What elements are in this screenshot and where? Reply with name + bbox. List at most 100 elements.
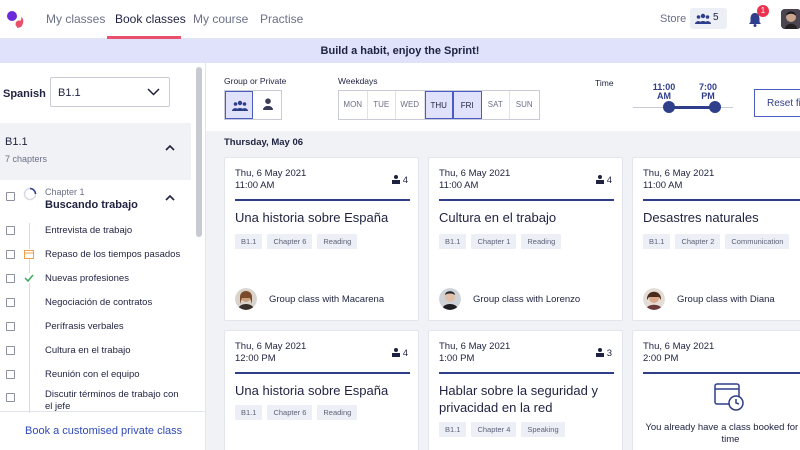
level-card-title: B1.1 [5, 136, 28, 148]
class-tags: B1.1 Chapter 6 Reading [235, 234, 358, 249]
class-time: 2:00 PM [643, 353, 679, 364]
weekdays-label: Weekdays [338, 76, 378, 86]
tag-skill: Reading [317, 405, 358, 420]
lesson-label: Nuevas profesiones [45, 273, 129, 284]
tag-skill: Communication [725, 234, 790, 249]
lesson-checkbox[interactable] [6, 250, 15, 259]
tag-level: B1.1 [439, 422, 467, 437]
lesson-checkbox[interactable] [6, 322, 15, 331]
lesson-item[interactable]: Repaso de los tiempos pasados [0, 245, 191, 269]
weekday-thu[interactable]: THU [424, 91, 453, 119]
group-classes-counter[interactable]: 5 [690, 8, 727, 29]
lesson-checkbox[interactable] [6, 393, 15, 402]
weekday-wed[interactable]: WED [396, 91, 425, 119]
tag-skill: Reading [521, 234, 562, 249]
time-from-ampm: AM [657, 91, 671, 101]
class-datetime: Thu, 6 May 2021 11:00 AM [643, 168, 714, 192]
class-time: 11:00 AM [439, 180, 479, 191]
seats-count: 3 [606, 348, 612, 359]
lesson-checkbox[interactable] [6, 370, 15, 379]
class-card[interactable]: Thu, 6 May 2021 11:00 AM 4 Cultura en el… [428, 157, 623, 321]
lesson-checkbox[interactable] [6, 226, 15, 235]
seats-available: 4 [595, 175, 612, 186]
class-title: Una historia sobre España [235, 383, 389, 398]
tag-level: B1.1 [235, 234, 263, 249]
group-class-button[interactable] [225, 91, 253, 119]
chapter-header[interactable]: Chapter 1 Buscando trabajo [0, 180, 191, 220]
lesson-item[interactable]: Negociación de contratos [0, 293, 191, 317]
tab-my-course[interactable]: My course [193, 12, 248, 26]
tag-chapter: Chapter 1 [471, 234, 517, 249]
logo-icon[interactable] [6, 9, 26, 31]
seat-icon [391, 348, 400, 357]
lesson-checkbox[interactable] [6, 298, 15, 307]
card-divider [643, 199, 800, 201]
language-label: Spanish [3, 88, 46, 100]
class-type-toggle [224, 90, 282, 120]
class-card[interactable]: Thu, 6 May 2021 11:00 AM 4 Una historia … [224, 157, 419, 321]
weekday-fri[interactable]: FRI [453, 91, 482, 119]
class-datetime: Thu, 6 May 2021 12:00 PM [235, 341, 306, 365]
chevron-down-icon [147, 88, 160, 96]
class-date: Thu, 6 May 2021 [643, 168, 715, 179]
lesson-checkbox[interactable] [6, 274, 15, 283]
store-link[interactable]: Store [660, 13, 686, 25]
private-class-button[interactable] [254, 91, 282, 119]
teacher-avatar [439, 288, 461, 310]
chevron-up-icon [165, 194, 175, 201]
level-card-subtitle: 7 chapters [5, 154, 48, 164]
class-title: Desastres naturales [643, 210, 759, 225]
class-datetime: Thu, 6 May 2021 2:00 PM [643, 341, 714, 365]
class-tags: B1.1 Chapter 4 Speaking [439, 422, 565, 437]
class-date: Thu, 6 May 2021 [439, 341, 511, 352]
lesson-item[interactable]: Perífrasis verbales [0, 317, 191, 341]
lesson-item[interactable]: Cultura en el trabajo [0, 341, 191, 365]
seat-icon [595, 175, 604, 184]
teacher-info: Group class with Diana [643, 288, 775, 310]
class-card[interactable]: Thu, 6 May 2021 11:00 AM Desastres natur… [632, 157, 800, 321]
weekday-mon[interactable]: MON [339, 91, 368, 119]
lesson-label: Discutir términos de trabajo con el jefe [45, 389, 179, 412]
class-card[interactable]: Thu, 6 May 2021 12:00 PM 4 Una historia … [224, 330, 419, 450]
seats-available: 3 [595, 348, 612, 359]
class-date: Thu, 6 May 2021 [235, 341, 307, 352]
tab-my-classes[interactable]: My classes [46, 12, 105, 26]
chapter-checkbox[interactable] [6, 192, 15, 201]
teacher-avatar [643, 288, 665, 310]
calendar-clock-icon [714, 383, 744, 411]
time-slider-start-handle[interactable] [663, 101, 675, 113]
tab-practise[interactable]: Practise [260, 12, 303, 26]
user-avatar[interactable] [781, 9, 800, 29]
class-tags: B1.1 Chapter 6 Reading [235, 405, 358, 420]
class-date: Thu, 6 May 2021 [439, 168, 511, 179]
lesson-label: Negociación de contratos [45, 297, 153, 308]
tab-book-classes[interactable]: Book classes [115, 12, 186, 26]
time-slider-range [668, 106, 715, 109]
teacher-avatar [235, 288, 257, 310]
class-datetime: Thu, 6 May 2021 11:00 AM [439, 168, 510, 192]
sidebar-scrollbar[interactable] [196, 67, 202, 237]
level-card[interactable]: B1.1 7 chapters [0, 123, 191, 180]
lesson-checkbox[interactable] [6, 346, 15, 355]
level-select[interactable]: B1.1 [50, 77, 170, 107]
seat-icon [595, 348, 604, 357]
time-slider-end-handle[interactable] [709, 101, 721, 113]
card-divider [235, 372, 410, 374]
lesson-item[interactable]: Nuevas profesiones [0, 269, 191, 293]
weekday-sat[interactable]: SAT [482, 91, 510, 119]
lesson-item[interactable]: Entrevista de trabajo [0, 221, 191, 245]
class-date: Thu, 6 May 2021 [235, 168, 307, 179]
book-private-class-link[interactable]: Book a customised private class [25, 425, 182, 437]
weekday-sun[interactable]: SUN [510, 91, 539, 119]
class-time: 12:00 PM [235, 353, 276, 364]
time-to-value: 7:00 PM [696, 83, 720, 101]
class-card[interactable]: Thu, 6 May 2021 1:00 PM 3 Hablar sobre l… [428, 330, 623, 450]
time-to-ampm: PM [701, 91, 715, 101]
date-heading: Thursday, May 06 [224, 137, 304, 148]
chapter-title: Buscando trabajo [45, 199, 138, 211]
tag-level: B1.1 [235, 405, 263, 420]
tag-chapter: Chapter 2 [675, 234, 721, 249]
tag-level: B1.1 [439, 234, 467, 249]
weekday-tue[interactable]: TUE [368, 91, 396, 119]
reset-filters-button[interactable]: Reset filters [754, 89, 800, 117]
